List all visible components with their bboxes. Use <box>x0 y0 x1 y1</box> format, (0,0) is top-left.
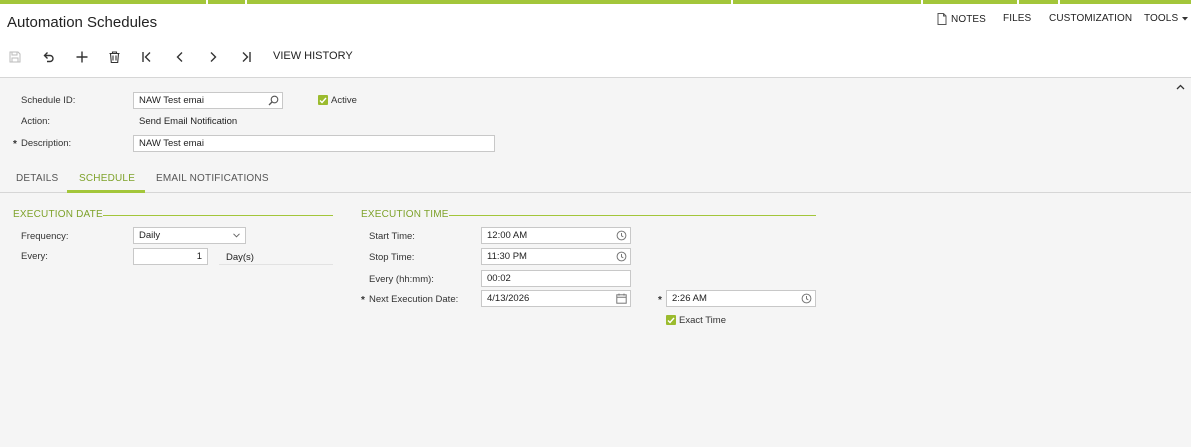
every-hhmm-field[interactable]: 00:02 <box>481 270 631 287</box>
exact-time-label: Exact Time <box>679 315 726 326</box>
required-marker: * <box>361 295 365 306</box>
field-underline <box>219 264 333 265</box>
start-time-label: Start Time: <box>369 231 415 242</box>
frequency-value: Daily <box>139 230 161 241</box>
next-execution-time-field[interactable]: 2:26 AM <box>666 290 816 307</box>
frequency-select[interactable]: Daily <box>133 227 246 244</box>
previous-record-button[interactable] <box>171 48 189 66</box>
execution-time-title: EXECUTION TIME <box>361 209 449 220</box>
active-label: Active <box>331 95 357 106</box>
document-icon <box>937 13 947 25</box>
chevron-left-icon <box>175 51 185 63</box>
start-time-value: 12:00 AM <box>487 230 528 241</box>
description-value: NAW Test emai <box>139 138 204 149</box>
clock-icon[interactable] <box>616 230 627 241</box>
tab-details[interactable]: DETAILS <box>16 173 58 184</box>
customization-label: CUSTOMIZATION <box>1049 13 1133 24</box>
section-rule <box>449 215 816 216</box>
delete-button[interactable] <box>105 48 123 66</box>
every-hhmm-label: Every (hh:mm): <box>369 274 434 285</box>
view-history-button[interactable]: VIEW HISTORY <box>273 50 353 62</box>
last-icon <box>240 51 252 63</box>
accent-notch <box>245 0 247 4</box>
action-label: Action: <box>21 116 51 127</box>
accent-notch <box>206 0 208 4</box>
section-rule <box>103 215 333 216</box>
save-button[interactable] <box>6 48 24 66</box>
customization-link[interactable]: CUSTOMIZATION <box>1049 13 1132 24</box>
days-unit-label: Day(s) <box>226 252 254 263</box>
description-label: Description: <box>21 138 72 149</box>
chevron-up-icon <box>1176 82 1185 93</box>
undo-icon <box>42 51 55 63</box>
top-accent-bar <box>0 0 1191 4</box>
action-value: Send Email Notification <box>139 116 238 127</box>
next-execution-date-value: 4/13/2026 <box>487 293 530 304</box>
every-days-field[interactable]: 1 <box>133 248 208 265</box>
every-days-value: 1 <box>196 251 202 262</box>
tools-label: TOOLS <box>1144 13 1179 24</box>
next-execution-time-value: 2:26 AM <box>672 293 707 304</box>
first-record-button[interactable] <box>138 48 156 66</box>
files-link[interactable]: FILES <box>1003 13 1031 24</box>
accent-notch <box>1017 0 1019 4</box>
required-marker: * <box>13 139 17 150</box>
tools-menu[interactable]: TOOLS <box>1144 13 1189 24</box>
add-button[interactable] <box>73 48 91 66</box>
next-execution-date-label: Next Execution Date: <box>369 294 459 305</box>
accent-notch <box>1058 0 1060 4</box>
stop-time-field[interactable]: 11:30 PM <box>481 248 631 265</box>
tab-email-notifications[interactable]: EMAIL NOTIFICATIONS <box>156 173 269 184</box>
schedule-id-label: Schedule ID: <box>21 95 76 106</box>
clock-icon[interactable] <box>801 293 812 304</box>
save-icon <box>9 51 21 63</box>
required-marker: * <box>658 295 662 306</box>
page-title: Automation Schedules <box>7 14 158 31</box>
notes-link[interactable]: NOTES <box>937 13 986 25</box>
exact-time-checkbox[interactable] <box>666 315 676 325</box>
collapse-button[interactable] <box>1176 82 1185 93</box>
stop-time-value: 11:30 PM <box>487 251 527 262</box>
search-icon[interactable] <box>268 95 279 106</box>
every-hhmm-value: 00:02 <box>487 273 511 284</box>
next-record-button[interactable] <box>204 48 222 66</box>
last-record-button[interactable] <box>237 48 255 66</box>
tab-schedule[interactable]: SCHEDULE <box>79 173 135 184</box>
trash-icon <box>109 51 120 63</box>
accent-notch <box>731 0 733 4</box>
execution-date-title: EXECUTION DATE <box>13 209 103 220</box>
schedule-id-value: NAW Test emai <box>139 95 204 106</box>
notes-label: NOTES <box>951 13 986 25</box>
active-tab-indicator <box>67 190 145 193</box>
active-checkbox[interactable] <box>318 95 328 105</box>
start-time-field[interactable]: 12:00 AM <box>481 227 631 244</box>
files-label: FILES <box>1003 13 1032 24</box>
chevron-down-icon <box>233 233 240 238</box>
frequency-label: Frequency: <box>21 231 69 242</box>
every-label: Every: <box>21 251 48 262</box>
undo-button[interactable] <box>39 48 57 66</box>
calendar-icon[interactable] <box>616 293 627 304</box>
description-field[interactable]: NAW Test emai <box>133 135 495 152</box>
clock-icon[interactable] <box>616 251 627 262</box>
tab-divider <box>0 192 1191 193</box>
plus-icon <box>76 51 88 63</box>
caret-down-icon <box>1182 16 1189 21</box>
first-icon <box>141 51 153 63</box>
schedule-id-field[interactable]: NAW Test emai <box>133 92 283 109</box>
next-execution-date-field[interactable]: 4/13/2026 <box>481 290 631 307</box>
chevron-right-icon <box>208 51 218 63</box>
accent-notch <box>921 0 923 4</box>
stop-time-label: Stop Time: <box>369 252 415 263</box>
